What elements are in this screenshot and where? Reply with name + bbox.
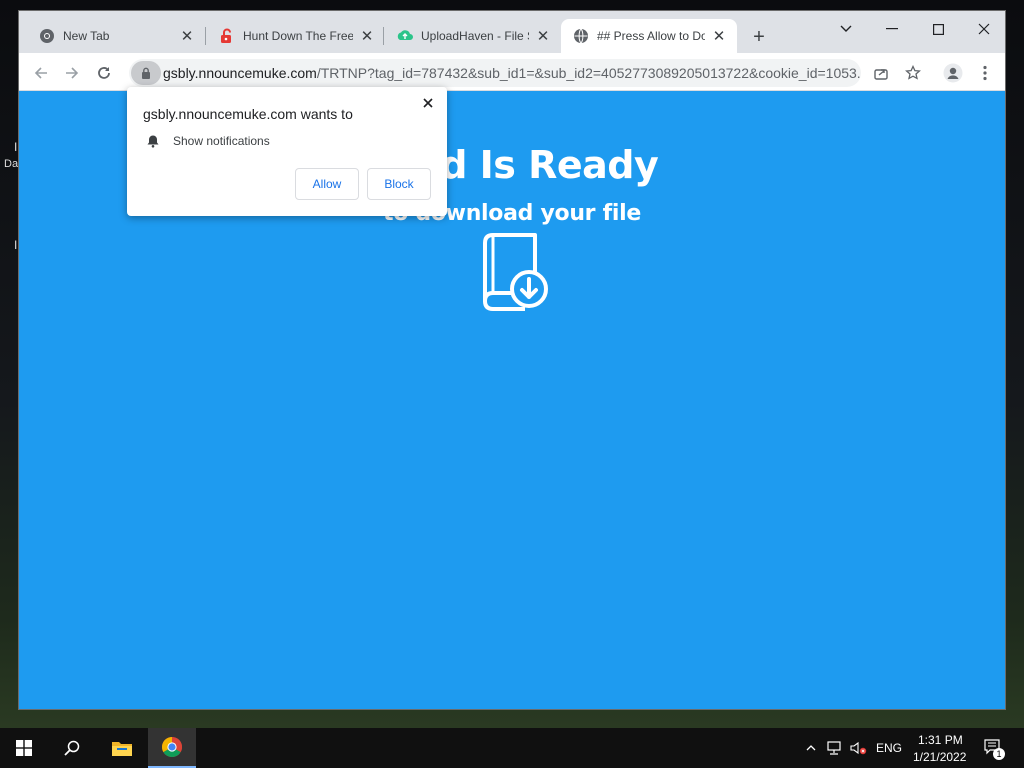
url-host: gsbly.nnouncemuke.com xyxy=(163,65,317,81)
new-tab-button[interactable]: + xyxy=(747,25,771,49)
chevron-down-icon xyxy=(840,25,852,32)
share-icon xyxy=(874,69,888,80)
chrome-icon xyxy=(162,737,182,757)
tab-uploadhaven[interactable]: UploadHaven - File S ✕ xyxy=(385,19,561,53)
folder-icon xyxy=(112,742,132,756)
network-button[interactable] xyxy=(824,728,846,768)
close-icon xyxy=(978,23,990,35)
close-icon xyxy=(423,98,433,108)
share-button[interactable] xyxy=(867,59,895,87)
back-button[interactable] xyxy=(27,59,55,87)
avatar-icon xyxy=(943,63,963,83)
clock-time[interactable]: 1:31 PM xyxy=(918,733,963,747)
block-button[interactable]: Block xyxy=(367,168,431,200)
url-text: gsbly.nnouncemuke.com/TRTNP?tag_id=78743… xyxy=(163,65,861,81)
tab-separator xyxy=(205,27,206,45)
close-window-button[interactable] xyxy=(961,15,1007,43)
site-info-button[interactable] xyxy=(131,61,161,85)
tab-title: UploadHaven - File S xyxy=(421,29,529,43)
windows-icon xyxy=(16,740,32,756)
tab-press-allow[interactable]: ## Press Allow to Do ✕ xyxy=(561,19,737,53)
desktop-icon-label: I xyxy=(14,140,18,154)
close-tab-icon[interactable]: ✕ xyxy=(711,28,727,45)
desktop-icon-label: Da xyxy=(4,158,19,170)
unlock-icon xyxy=(219,28,235,44)
volume-muted-icon xyxy=(850,741,867,755)
arrow-left-icon xyxy=(34,67,47,79)
show-hidden-icons-button[interactable] xyxy=(800,728,822,768)
maximize-button[interactable] xyxy=(915,15,961,43)
clock-date[interactable]: 1/21/2022 xyxy=(913,750,966,764)
permission-label: Show notifications xyxy=(173,134,270,148)
popup-close-button[interactable] xyxy=(417,92,439,114)
chrome-taskbar-button[interactable] xyxy=(148,728,196,768)
chrome-icon xyxy=(39,28,55,44)
start-button[interactable] xyxy=(0,728,48,768)
tab-strip: New Tab ✕ Hunt Down The Freel ✕ UploadHa… xyxy=(19,11,1005,53)
language-indicator[interactable]: ENG xyxy=(876,741,902,755)
menu-button[interactable] xyxy=(971,59,999,87)
minimize-icon xyxy=(886,28,898,30)
tab-title: ## Press Allow to Do xyxy=(597,29,705,43)
bell-icon xyxy=(145,133,161,149)
file-explorer-button[interactable] xyxy=(98,728,146,768)
action-center-button[interactable]: 1 xyxy=(980,728,1008,768)
bookmark-button[interactable] xyxy=(899,59,927,87)
tab-separator xyxy=(383,27,384,45)
search-button[interactable] xyxy=(48,728,96,768)
tab-title: New Tab xyxy=(63,29,110,43)
url-path: /TRTNP?tag_id=787432&sub_id1=&sub_id2=40… xyxy=(316,65,861,81)
volume-button[interactable] xyxy=(848,728,870,768)
close-tab-icon[interactable]: ✕ xyxy=(179,28,195,45)
maximize-icon xyxy=(932,23,944,35)
popup-title: gsbly.nnouncemuke.com wants to xyxy=(143,106,353,122)
desktop-icon-label: I xyxy=(14,238,18,252)
book-download-icon xyxy=(471,229,553,316)
reload-icon xyxy=(98,67,110,79)
arrow-right-icon xyxy=(66,67,79,79)
tab-new-tab[interactable]: New Tab ✕ xyxy=(27,19,205,53)
lock-icon xyxy=(142,67,150,79)
close-tab-icon[interactable]: ✕ xyxy=(359,28,375,45)
notification-count-badge: 1 xyxy=(993,748,1005,760)
reload-button[interactable] xyxy=(90,59,118,87)
minimize-button[interactable] xyxy=(869,15,915,43)
address-bar[interactable]: gsbly.nnouncemuke.com/TRTNP?tag_id=78743… xyxy=(129,59,861,87)
taskbar: ENG 1:31 PM 1/21/2022 1 xyxy=(0,728,1024,768)
forward-button[interactable] xyxy=(58,59,86,87)
close-tab-icon[interactable]: ✕ xyxy=(535,28,551,45)
chevron-up-icon xyxy=(806,745,816,751)
allow-button[interactable]: Allow xyxy=(295,168,359,200)
profile-button[interactable] xyxy=(939,59,967,87)
uploadhaven-icon xyxy=(397,28,413,44)
tab-title: Hunt Down The Freel xyxy=(243,29,353,43)
search-icon xyxy=(64,740,80,756)
notification-permission-popup: gsbly.nnouncemuke.com wants to Show noti… xyxy=(127,87,447,216)
permission-row: Show notifications xyxy=(145,133,270,149)
tab-hunt-down[interactable]: Hunt Down The Freel ✕ xyxy=(207,19,385,53)
more-vert-icon xyxy=(983,65,987,81)
network-icon xyxy=(827,741,841,755)
globe-icon xyxy=(573,28,589,44)
browser-toolbar: gsbly.nnouncemuke.com/TRTNP?tag_id=78743… xyxy=(19,53,1005,91)
tab-search-dropdown-button[interactable] xyxy=(823,15,869,43)
star-icon xyxy=(905,65,921,80)
